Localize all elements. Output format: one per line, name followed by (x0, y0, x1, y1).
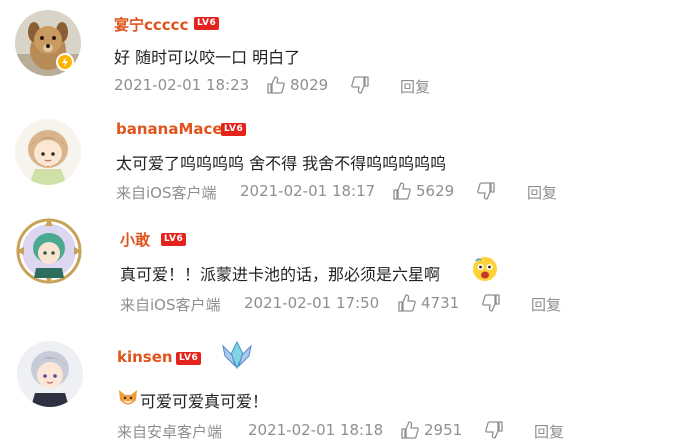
comment-item: 小敢 LV6 真可爱！！派蒙进卡池的话，那必须是六星啊 来自iOS客户端 202… (0, 210, 700, 330)
comment-time: 2021-02-01 18:23 (114, 76, 250, 94)
like-icon[interactable] (397, 293, 417, 313)
dislike-icon[interactable] (350, 75, 370, 95)
comment-source: 来自iOS客户端 (116, 184, 217, 202)
reply-button[interactable]: 回复 (531, 294, 561, 315)
like-count: 5629 (416, 182, 455, 200)
user-avatar[interactable] (17, 341, 83, 407)
comment-text: 好 随时可以咬一口 明白了 (114, 48, 301, 67)
like-icon[interactable] (392, 181, 412, 201)
comment-text: 太可爱了呜呜呜呜 舍不得 我舍不得呜呜呜呜呜 (116, 154, 447, 173)
level-badge: LV6 (161, 233, 187, 246)
verified-icon (56, 53, 74, 71)
level-badge: LV6 (221, 123, 247, 136)
comment-text: 真可爱！！派蒙进卡池的话，那必须是六星啊 (120, 265, 441, 284)
comment-item: bananaMace LV6 太可爱了呜呜呜呜 舍不得 我舍不得呜呜呜呜呜 来自… (0, 110, 700, 210)
user-avatar[interactable] (15, 119, 81, 185)
like-count: 2951 (424, 421, 463, 439)
comment-source: 来自安卓客户端 (117, 423, 223, 441)
username[interactable]: bananaMace (116, 120, 223, 138)
like-count: 4731 (421, 294, 460, 312)
comment-item: 宴宁ccccc LV6 好 随时可以咬一口 明白了 2021-02-01 18:… (0, 0, 700, 110)
comment-item: kinsen LV6 可爱可爱真可爱！ 来自安卓客户端 2021-02-01 1… (0, 330, 700, 445)
comment-source: 来自iOS客户端 (120, 296, 221, 314)
dislike-icon[interactable] (484, 420, 504, 440)
like-count: 8029 (290, 76, 329, 94)
shocked-face-emoji (472, 256, 498, 282)
comment-time: 2021-02-01 18:18 (248, 421, 384, 439)
fox-emoji (117, 387, 139, 409)
like-icon[interactable] (266, 75, 286, 95)
anime-character-avatar-icon (16, 218, 82, 284)
level-badge: LV6 (176, 352, 202, 365)
crystal-badge-icon (219, 338, 255, 372)
dislike-icon[interactable] (476, 181, 496, 201)
username[interactable]: kinsen (117, 348, 173, 366)
comment-time: 2021-02-01 18:17 (240, 182, 376, 200)
dislike-icon[interactable] (481, 293, 501, 313)
level-badge: LV6 (194, 17, 220, 30)
anime-boy-avatar-icon (17, 341, 83, 407)
user-avatar[interactable] (16, 218, 82, 284)
username[interactable]: 宴宁ccccc (114, 14, 188, 35)
comment-time: 2021-02-01 17:50 (244, 294, 380, 312)
like-icon[interactable] (400, 420, 420, 440)
reply-button[interactable]: 回复 (400, 76, 430, 97)
username[interactable]: 小敢 (120, 229, 150, 250)
reply-button[interactable]: 回复 (534, 421, 564, 442)
reply-button[interactable]: 回复 (527, 182, 557, 203)
chibi-girl-avatar-icon (15, 119, 81, 185)
comment-text: 可爱可爱真可爱！ (140, 392, 269, 411)
